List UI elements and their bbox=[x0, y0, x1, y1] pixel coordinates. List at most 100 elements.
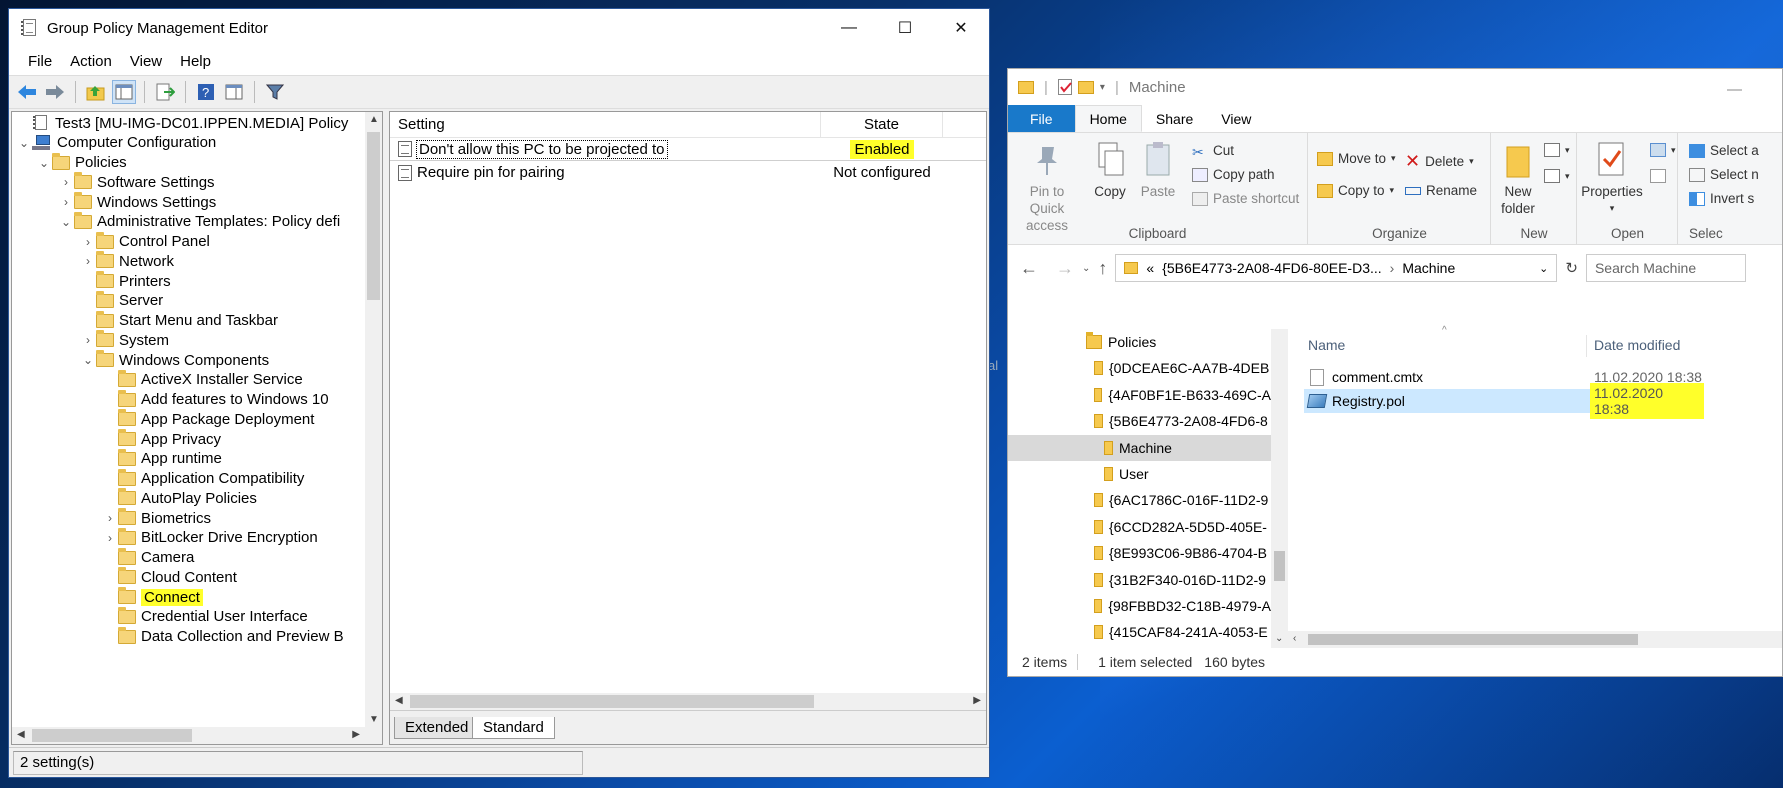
move-to-button[interactable]: Move to ▾ bbox=[1317, 151, 1396, 166]
setting-row[interactable]: Require pin for pairing Not configured bbox=[390, 161, 986, 184]
breadcrumb-overflow[interactable]: « bbox=[1146, 260, 1154, 276]
tree-item[interactable]: › Network bbox=[80, 250, 174, 272]
delete-button[interactable]: ✕ Delete ▾ bbox=[1405, 151, 1474, 172]
back-arrow-icon[interactable] bbox=[15, 80, 39, 104]
invert-selection-button[interactable]: Invert s bbox=[1689, 191, 1754, 206]
tree-item[interactable]: Server bbox=[80, 290, 163, 312]
tab-home[interactable]: Home bbox=[1074, 105, 1142, 132]
easy-access-button[interactable]: ▾ bbox=[1544, 169, 1570, 183]
properties-check-icon[interactable] bbox=[1057, 79, 1072, 95]
copy-path-button[interactable]: Copy path bbox=[1192, 167, 1275, 182]
maximize-button[interactable]: ☐ bbox=[877, 9, 933, 47]
column-date-modified[interactable]: Date modified bbox=[1594, 337, 1680, 353]
nav-item[interactable]: {98FBBD32-C18B-4979-A bbox=[1008, 593, 1271, 619]
gpme-titlebar[interactable]: Group Policy Management Editor — ☐ ✕ bbox=[9, 9, 989, 47]
cut-button[interactable]: ✂ Cut bbox=[1192, 143, 1234, 160]
new-folder-icon[interactable] bbox=[1077, 80, 1094, 94]
tree-item[interactable]: Add features to Windows 10 bbox=[102, 389, 329, 411]
customize-qat-icon[interactable]: ▾ bbox=[1100, 82, 1105, 93]
breadcrumb-parent[interactable]: {5B6E4773-2A08-4FD6-80EE-D3... bbox=[1162, 260, 1381, 276]
minimize-button[interactable]: — bbox=[1727, 81, 1742, 98]
edit-button[interactable] bbox=[1650, 169, 1666, 183]
tree-horizontal-scrollbar[interactable]: ◀ ▶ bbox=[12, 727, 382, 744]
close-button[interactable]: ✕ bbox=[933, 9, 989, 47]
recent-locations-chevron-icon[interactable]: ⌄ bbox=[1082, 263, 1090, 274]
explorer-titlebar[interactable]: | ▾ | Machine — bbox=[1008, 69, 1782, 105]
open-button[interactable]: ▾ bbox=[1650, 143, 1676, 157]
tab-standard[interactable]: Standard bbox=[472, 717, 555, 739]
properties-button[interactable]: Properties ▾ bbox=[1580, 141, 1644, 217]
up-folder-icon[interactable] bbox=[84, 80, 108, 104]
copy-to-button[interactable]: Copy to ▾ bbox=[1317, 183, 1394, 198]
tree-item[interactable]: App Package Deployment bbox=[102, 408, 314, 430]
expand-chevron-icon[interactable]: ⌄ bbox=[36, 156, 52, 170]
settings-horizontal-scrollbar[interactable]: ◀ ▶ bbox=[390, 693, 986, 710]
new-folder-button[interactable]: New folder bbox=[1498, 141, 1538, 217]
tree-item[interactable]: ⌄ Policies bbox=[36, 152, 127, 174]
tree-item[interactable]: › Biometrics bbox=[102, 507, 211, 529]
expand-chevron-icon[interactable]: › bbox=[58, 195, 74, 209]
tree-item[interactable]: Credential User Interface bbox=[102, 606, 308, 628]
search-input[interactable]: Search Machine bbox=[1585, 254, 1746, 282]
nav-item[interactable]: Machine bbox=[1008, 434, 1271, 461]
tree-item[interactable]: ⌄ Windows Components bbox=[80, 349, 269, 371]
tree-item[interactable]: › Control Panel bbox=[80, 231, 210, 253]
pin-quick-access-button[interactable]: Pin to Quick access bbox=[1014, 141, 1080, 234]
back-button[interactable]: ← bbox=[1020, 258, 1038, 279]
expand-chevron-icon[interactable]: › bbox=[102, 531, 118, 545]
properties-pane-icon[interactable] bbox=[222, 80, 246, 104]
filter-icon[interactable] bbox=[263, 80, 287, 104]
rename-button[interactable]: Rename bbox=[1405, 183, 1477, 198]
policy-tree[interactable]: Test3 [MU-IMG-DC01.IPPEN.MEDIA] Policy ⌄ C… bbox=[11, 111, 383, 745]
nav-item[interactable]: {8E993C06-9B86-4704-B bbox=[1008, 540, 1271, 566]
paste-button[interactable]: Paste bbox=[1136, 141, 1180, 200]
setting-row[interactable]: Don't allow this PC to be projected to E… bbox=[390, 138, 986, 161]
menu-view[interactable]: View bbox=[121, 53, 171, 70]
breadcrumb-current[interactable]: Machine bbox=[1402, 260, 1455, 276]
tree-item[interactable]: ⌄ Computer Configuration bbox=[16, 132, 216, 154]
forward-button[interactable]: → bbox=[1056, 258, 1074, 279]
expand-chevron-icon[interactable]: › bbox=[102, 511, 118, 525]
nav-item[interactable]: {6AC1786C-016F-11D2-9 bbox=[1008, 487, 1271, 513]
tree-item[interactable]: Cloud Content bbox=[102, 566, 237, 588]
tree-item[interactable]: Application Compatibility bbox=[102, 468, 304, 490]
nav-item[interactable]: {5B6E4773-2A08-4FD6-8 bbox=[1008, 408, 1271, 434]
nav-item[interactable]: {31B2F340-016D-11D2-9 bbox=[1008, 567, 1271, 593]
nav-item[interactable]: {0DCEAE6C-AA7B-4DEB bbox=[1008, 355, 1271, 381]
file-list[interactable]: ^ Name Date modified comment.cmtx 11.02.… bbox=[1288, 325, 1782, 648]
help-icon[interactable]: ? bbox=[194, 80, 218, 104]
refresh-icon[interactable]: ↻ bbox=[1565, 259, 1578, 277]
select-none-button[interactable]: Select n bbox=[1689, 167, 1759, 182]
nav-item[interactable]: User bbox=[1008, 461, 1271, 487]
tree-item[interactable]: Camera bbox=[102, 547, 194, 569]
expand-chevron-icon[interactable]: › bbox=[80, 235, 96, 249]
expand-chevron-icon[interactable]: › bbox=[58, 175, 74, 189]
tree-item[interactable]: › Software Settings bbox=[58, 171, 215, 193]
export-list-icon[interactable] bbox=[153, 80, 177, 104]
file-row[interactable]: Registry.pol 11.02.2020 18:38 bbox=[1304, 383, 1704, 419]
column-state[interactable]: State bbox=[821, 112, 943, 137]
tab-file[interactable]: File bbox=[1008, 105, 1075, 132]
new-item-button[interactable]: ▾ bbox=[1544, 143, 1570, 157]
files-horizontal-scrollbar[interactable]: ‹ bbox=[1288, 631, 1782, 648]
column-name[interactable]: Name bbox=[1308, 337, 1345, 353]
tab-share[interactable]: Share bbox=[1142, 105, 1207, 132]
tree-item[interactable]: Start Menu and Taskbar bbox=[80, 310, 278, 332]
nav-vertical-scrollbar[interactable]: ⌄ bbox=[1271, 329, 1288, 648]
paste-shortcut-button[interactable]: Paste shortcut bbox=[1192, 191, 1299, 206]
menu-file[interactable]: File bbox=[19, 53, 61, 70]
menu-action[interactable]: Action bbox=[61, 53, 121, 70]
navigation-pane[interactable]: Policies {0DCEAE6C-AA7B-4DEB {4AF0BF1E-B63… bbox=[1008, 329, 1288, 648]
up-button[interactable]: ↑ bbox=[1098, 258, 1107, 279]
tree-item[interactable]: Printers bbox=[80, 270, 171, 292]
expand-chevron-icon[interactable]: ⌄ bbox=[16, 136, 32, 150]
expand-chevron-icon[interactable]: › bbox=[80, 333, 96, 347]
tree-item[interactable]: Test3 [MU-IMG-DC01.IPPEN.MEDIA] Policy bbox=[16, 112, 348, 134]
tree-item[interactable]: › Windows Settings bbox=[58, 191, 216, 213]
tree-vertical-scrollbar[interactable]: ▲ ▼ bbox=[365, 112, 382, 727]
address-box[interactable]: « {5B6E4773-2A08-4FD6-80EE-D3... › Machi… bbox=[1115, 254, 1558, 282]
expand-chevron-icon[interactable]: › bbox=[80, 254, 96, 268]
expand-chevron-icon[interactable]: ⌄ bbox=[58, 215, 74, 229]
tree-item[interactable]: ActiveX Installer Service bbox=[102, 369, 303, 391]
tree-item[interactable]: App runtime bbox=[102, 448, 222, 470]
